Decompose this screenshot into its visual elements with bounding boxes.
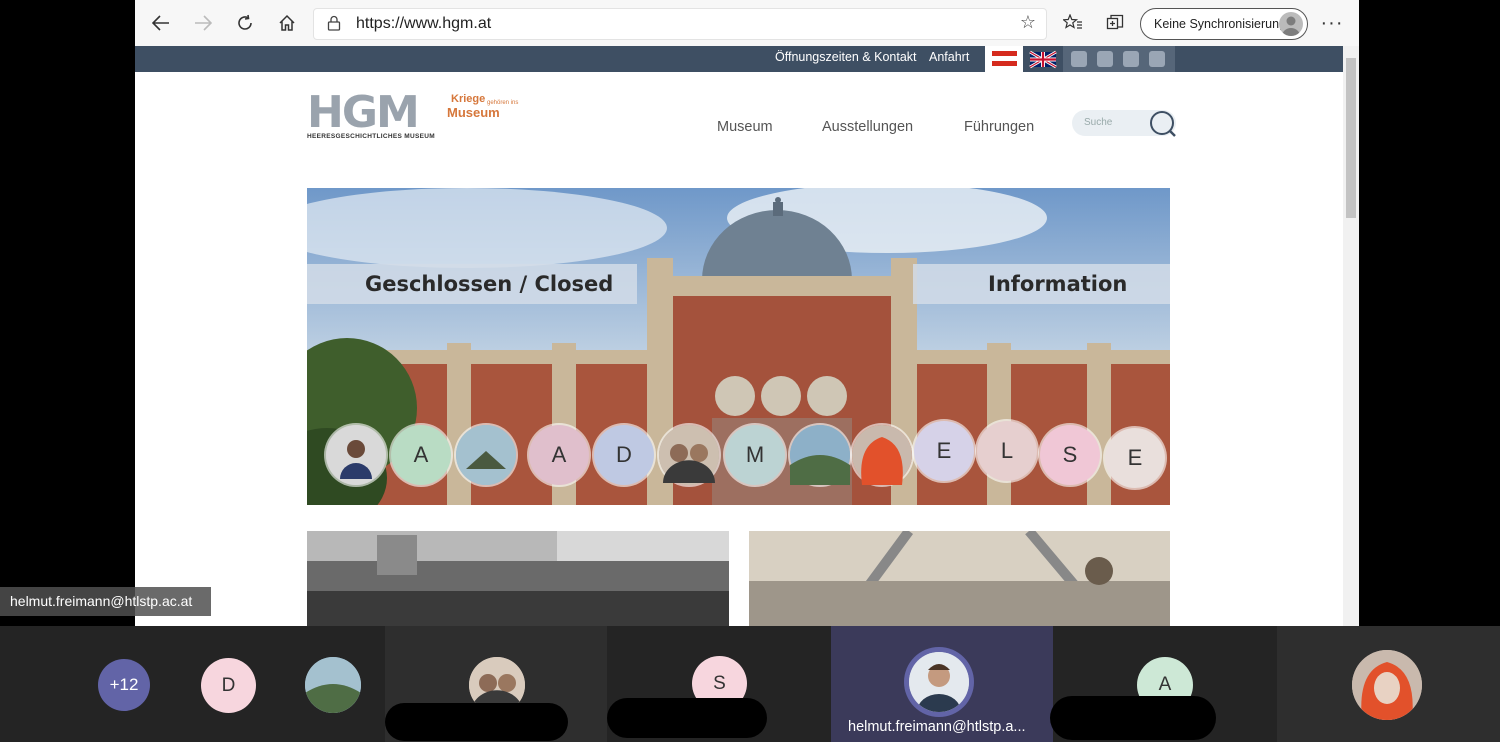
opening-hours-link[interactable]: Öffnungszeiten & Kontakt: [775, 50, 917, 64]
participant-m[interactable]: M: [725, 425, 785, 485]
participant-l[interactable]: L: [977, 421, 1037, 481]
directions-link[interactable]: Anfahrt: [929, 50, 969, 64]
participant-photo-5[interactable]: [852, 425, 912, 485]
news-thumbnail-1[interactable]: [307, 531, 729, 626]
favorite-star-icon[interactable]: ☆: [1020, 12, 1036, 33]
logo-tag-1: Kriege: [451, 93, 486, 105]
hero-closed-text: Geschlossen / Closed: [365, 272, 614, 296]
redacted-name-1: [385, 703, 568, 741]
news-thumbnail-2[interactable]: [749, 531, 1170, 626]
uk-flag-icon[interactable]: [1024, 46, 1062, 72]
twitter-icon[interactable]: [1097, 51, 1113, 67]
hgm-logo[interactable]: HGM HEERESGESCHICHTLICHES MUSEUM Kriege …: [307, 87, 518, 141]
site-top-bar: Öffnungszeiten & Kontakt Anfahrt: [135, 46, 1343, 72]
presenter-email: helmut.freimann@htlstp.ac.at: [10, 593, 193, 609]
more-participants-button[interactable]: +12: [98, 659, 150, 711]
active-speaker-name: helmut.freimann@htlstp.a...: [848, 719, 1026, 735]
sync-label: Keine Synchronisierung: [1154, 17, 1287, 31]
refresh-icon[interactable]: [231, 9, 259, 37]
participant-tile-3[interactable]: S: [607, 626, 831, 742]
page-scrollbar[interactable]: [1343, 46, 1359, 626]
scrollbar-thumb[interactable]: [1346, 58, 1356, 218]
site-search-input[interactable]: Suche: [1072, 110, 1176, 137]
participant-e-2[interactable]: E: [1105, 428, 1165, 488]
hero-banner[interactable]: Geschlossen / Closed Information A A D M…: [307, 188, 1170, 505]
participant-redhair-avatar: [1352, 650, 1422, 720]
search-placeholder: Suche: [1084, 117, 1113, 128]
participant-photo-3[interactable]: [659, 425, 719, 485]
search-icon[interactable]: [1148, 110, 1178, 143]
participant-tile-6[interactable]: [1277, 626, 1500, 742]
profile-avatar-icon: [1279, 12, 1303, 36]
address-bar[interactable]: https://www.hgm.at ☆: [313, 8, 1047, 40]
participant-a-2[interactable]: A: [529, 425, 589, 485]
austria-flag-icon[interactable]: [985, 46, 1023, 72]
back-icon[interactable]: [147, 9, 175, 37]
logo-subtitle: HEERESGESCHICHTLICHES MUSEUM: [307, 133, 435, 140]
participant-d[interactable]: D: [594, 425, 654, 485]
participant-d-avatar[interactable]: D: [201, 658, 256, 713]
participant-photo-4[interactable]: [790, 425, 850, 485]
home-icon[interactable]: [273, 9, 301, 37]
hero-closed-band[interactable]: Geschlossen / Closed: [307, 264, 637, 304]
participant-strip: +12 D S helmut.freimann@htlstp.a... A: [0, 626, 1500, 742]
nav-museum[interactable]: Museum: [717, 119, 773, 135]
more-menu-icon[interactable]: ···: [1318, 9, 1346, 37]
participant-a-1[interactable]: A: [391, 425, 451, 485]
participant-photo-2[interactable]: [456, 425, 516, 485]
browser-window: https://www.hgm.at ☆ Keine Synchronisier…: [135, 0, 1359, 626]
browser-toolbar: https://www.hgm.at ☆ Keine Synchronisier…: [135, 0, 1359, 47]
forward-icon[interactable]: [189, 9, 217, 37]
url-text: https://www.hgm.at: [356, 15, 492, 32]
youtube-icon[interactable]: [1123, 51, 1139, 67]
active-speaker-ring: [904, 647, 974, 717]
hero-info-band[interactable]: Information: [913, 264, 1170, 304]
active-speaker-avatar: [909, 652, 969, 712]
collections-icon[interactable]: [1101, 9, 1129, 37]
active-speaker-tile[interactable]: helmut.freimann@htlstp.a...: [831, 626, 1053, 742]
participant-tile-5[interactable]: A: [1050, 626, 1277, 742]
participant-e-1[interactable]: E: [914, 421, 974, 481]
favorites-icon[interactable]: [1059, 9, 1087, 37]
presenter-email-tag: helmut.freimann@htlstp.ac.at: [0, 587, 211, 616]
sync-button[interactable]: Keine Synchronisierung: [1140, 8, 1308, 40]
participant-landscape-avatar[interactable]: [305, 657, 361, 713]
hero-info-text: Information: [988, 272, 1128, 296]
logo-main: HGM: [307, 87, 420, 138]
logo-tag-3: Museum: [447, 105, 500, 120]
participant-tile-2[interactable]: [385, 626, 607, 742]
participant-s[interactable]: S: [1040, 425, 1100, 485]
redacted-name-2: [607, 698, 767, 738]
redacted-name-3: [1050, 696, 1216, 740]
instagram-icon[interactable]: [1149, 51, 1165, 67]
participant-photo-1[interactable]: [326, 425, 386, 485]
nav-ausstellungen[interactable]: Ausstellungen: [822, 119, 913, 135]
facebook-icon[interactable]: [1071, 51, 1087, 67]
nav-fuehrungen[interactable]: Führungen: [964, 119, 1034, 135]
lock-icon: [327, 15, 341, 36]
